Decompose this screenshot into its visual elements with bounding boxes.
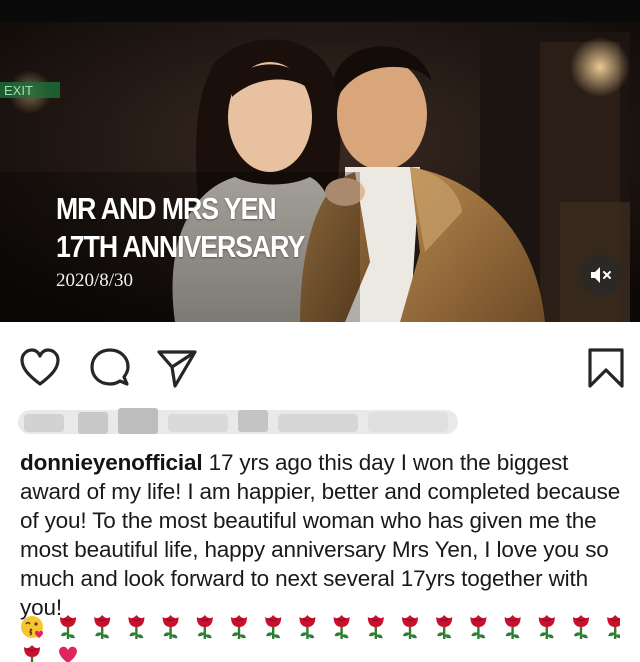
bookmark-icon[interactable] — [584, 346, 628, 390]
rose-emoji — [265, 615, 282, 639]
overlay-date: 2020/8/30 — [56, 270, 134, 291]
rose-emoji — [162, 615, 179, 639]
overlay-title-line-2: 17TH ANNIVERSARY — [56, 229, 305, 264]
emoji-row — [21, 615, 620, 662]
rose-emoji — [573, 615, 589, 639]
comment-icon[interactable] — [88, 346, 132, 390]
face-blowing-kiss-emoji — [21, 616, 43, 638]
post-caption: donnieyenofficial 17 yrs ago this day I … — [20, 448, 630, 622]
action-bar — [0, 322, 640, 400]
overlay-title-line-1: MR AND MRS YEN — [56, 191, 277, 226]
exit-sign-text: EXIT — [4, 83, 33, 98]
send-icon[interactable] — [155, 346, 199, 390]
instagram-post: EXIT MR AND MRS YEN 17TH ANNIVERSARY 202… — [0, 0, 640, 662]
rose-emoji — [24, 645, 40, 662]
overlay-title: MR AND MRS YEN 17TH ANNIVERSARY — [56, 190, 305, 266]
rose-emoji — [299, 615, 316, 639]
top-bar — [0, 0, 640, 22]
rose-emoji — [402, 615, 418, 639]
rose-emoji — [607, 615, 620, 639]
speaker-muted-icon — [591, 267, 611, 283]
caption-text: 17 yrs ago this day I won the biggest aw… — [20, 450, 621, 620]
rose-emoji — [538, 615, 555, 639]
rose-emoji — [367, 615, 384, 639]
caption-username[interactable]: donnieyenofficial — [20, 450, 203, 475]
mute-button[interactable] — [580, 254, 622, 296]
rose-emoji — [470, 615, 487, 639]
blurred-likes-line — [18, 408, 458, 434]
red-heart-emoji — [59, 646, 77, 662]
rose-emoji — [60, 615, 76, 639]
post-media-video[interactable]: EXIT MR AND MRS YEN 17TH ANNIVERSARY 202… — [0, 22, 640, 322]
rose-emoji — [436, 615, 453, 639]
rose-emoji — [504, 615, 521, 639]
rose-emoji — [128, 615, 145, 639]
rose-emoji — [333, 615, 350, 639]
rose-emoji — [231, 615, 247, 639]
rose-emoji — [94, 615, 111, 639]
heart-icon[interactable] — [18, 346, 62, 390]
rose-emoji — [196, 615, 213, 639]
